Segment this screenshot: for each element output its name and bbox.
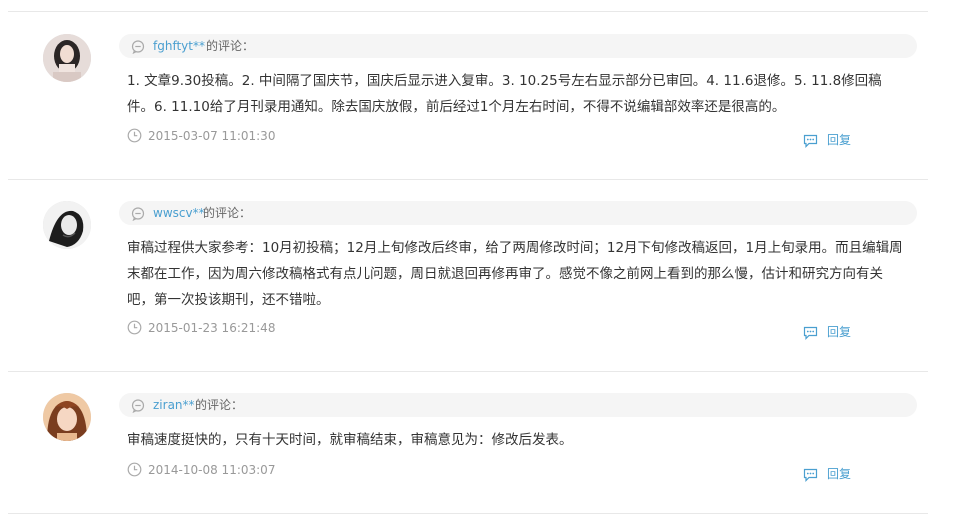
reply-icon [803,133,818,152]
username-link[interactable]: fghftyt** [153,38,205,54]
comment-header: wwscv** 的评论： [119,201,917,225]
comment-suffix: 的评论： [203,206,252,220]
reply-label: 回复 [827,133,852,147]
comment-divider [8,371,928,372]
comment-time: 2015-01-23 16:21:48 [148,321,276,335]
clock-icon [127,320,142,339]
avatar[interactable] [43,393,91,441]
comment-time: 2015-03-07 11:01:30 [148,129,276,143]
avatar[interactable] [43,34,91,82]
reply-label: 回复 [827,467,852,481]
comment-suffix: 的评论： [206,39,255,53]
reply-button[interactable]: 回复 [803,465,863,483]
clock-icon [127,462,142,481]
comment-bubble-icon [131,39,145,58]
divider-top [8,11,928,12]
reply-icon [803,325,818,344]
comment-bubble-icon [131,398,145,417]
comment-header: fghftyt** 的评论： [119,34,917,58]
username-link[interactable]: ziran** [153,397,195,413]
reply-button[interactable]: 回复 [803,323,863,341]
comment-bubble-icon [131,206,145,225]
comment-time: 2014-10-08 11:03:07 [148,463,276,477]
username-link[interactable]: wwscv** [153,205,205,221]
comment-divider [8,513,928,514]
comment-divider [8,179,928,180]
comment-content: 审稿速度挺快的，只有十天时间，就审稿结束，审稿意见为：修改后发表。 [127,432,573,448]
comment-content: 1. 文章9.30投稿。2. 中间隔了国庆节，国庆后显示进入复审。3. 10.2… [127,73,882,115]
reply-icon [803,467,818,486]
avatar[interactable] [43,201,91,249]
comment-suffix: 的评论： [195,398,244,412]
comment-content: 审稿过程供大家参考：10月初投稿；12月上旬修改后终审，给了两周修改时间；12月… [127,240,903,308]
reply-button[interactable]: 回复 [803,131,863,149]
clock-icon [127,128,142,147]
comment-header: ziran** 的评论： [119,393,917,417]
reply-label: 回复 [827,325,852,339]
